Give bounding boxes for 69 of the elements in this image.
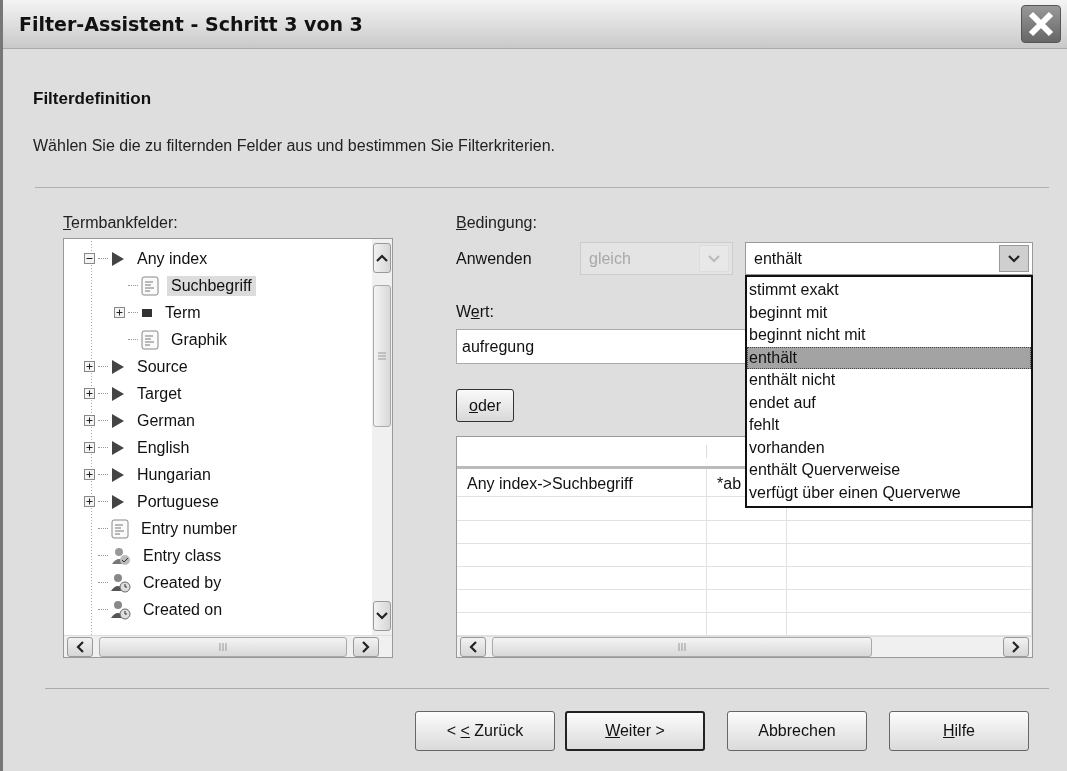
expand-toggle[interactable] (84, 442, 95, 453)
tree-item[interactable]: Graphik (167, 329, 232, 350)
person-clock-icon (111, 572, 131, 593)
table-cell: Any index->Suchbegriff (457, 469, 707, 500)
tree-item[interactable]: Suchbegriff (167, 275, 256, 296)
close-icon (1027, 10, 1055, 38)
expand-toggle[interactable] (84, 415, 95, 426)
caret-icon (708, 254, 720, 263)
window-title: Filter-Assistent - Schritt 3 von 3 (19, 13, 363, 35)
tree-item[interactable]: Entry number (137, 518, 242, 539)
expand-toggle[interactable] (114, 307, 125, 318)
document-icon (111, 518, 129, 539)
scroll-right-button[interactable] (353, 636, 379, 657)
dialog-button[interactable]: Weiter > (565, 711, 705, 751)
person-check-icon (111, 545, 131, 566)
criterion-dropdown[interactable]: enthält (745, 242, 1033, 275)
collapse-toggle[interactable] (84, 253, 95, 264)
tree-item[interactable]: Target (133, 383, 186, 404)
apply-label: Anwenden (456, 249, 533, 268)
triangle-icon (111, 439, 125, 456)
up-caret-icon (376, 254, 388, 262)
tree-item[interactable]: German (133, 410, 199, 431)
grip-icon (677, 643, 687, 651)
expand-toggle[interactable] (84, 469, 95, 480)
scroll-down-button[interactable] (373, 601, 391, 631)
tree-item[interactable]: Term (161, 302, 205, 323)
dialog-button[interactable]: < < Zurück (415, 711, 555, 751)
triangle-icon (111, 358, 125, 375)
scroll-left-button[interactable] (67, 636, 93, 657)
caret-icon (1008, 254, 1020, 263)
document-icon (141, 275, 159, 296)
close-button[interactable] (1021, 5, 1061, 43)
expand-toggle[interactable] (84, 361, 95, 372)
grip-icon (377, 352, 387, 360)
or-button[interactable]: oder (456, 389, 515, 422)
tree-item[interactable]: Created on (139, 599, 227, 620)
dialog-button[interactable]: Abbrechen (727, 711, 867, 751)
scroll-thumb[interactable] (373, 285, 391, 427)
tree-item[interactable]: Entry class (139, 545, 226, 566)
expand-toggle[interactable] (84, 388, 95, 399)
condition-label: Bedingung: (456, 214, 537, 232)
person-clock-icon (111, 599, 131, 620)
section-heading: Filterdefinition (33, 89, 153, 109)
triangle-icon (111, 385, 125, 402)
tree-item[interactable]: English (133, 437, 194, 458)
grip-icon (218, 642, 228, 651)
tree-item[interactable]: Created by (139, 572, 226, 593)
triangle-icon (111, 466, 125, 483)
scroll-right-button[interactable] (1003, 637, 1029, 657)
document-icon (141, 329, 159, 350)
fields-label: Termbankfelder: (63, 214, 178, 232)
dropdown-option[interactable]: enthält (747, 346, 1031, 369)
caret-icon (376, 612, 388, 620)
scroll-up-button[interactable] (373, 243, 391, 273)
scroll-thumb[interactable] (99, 636, 347, 657)
scroll-thumb[interactable] (492, 637, 872, 657)
description: Wählen Sie die zu filternden Felder aus und bestimmen Sie Filterkriterien. (33, 137, 557, 155)
tree-item[interactable]: Any index (133, 248, 212, 269)
triangle-icon (111, 493, 125, 510)
tree-item[interactable]: Portuguese (133, 491, 223, 512)
triangle-icon (111, 412, 125, 429)
scroll-left-button[interactable] (460, 637, 486, 657)
triangle-icon (111, 250, 125, 267)
square-icon (141, 307, 153, 318)
dialog-button[interactable]: Hilfe (889, 711, 1029, 751)
expand-toggle[interactable] (84, 496, 95, 507)
value-label: Wert: (456, 303, 494, 321)
tree-item[interactable]: Source (133, 356, 192, 377)
tree-item[interactable]: Hungarian (133, 464, 215, 485)
